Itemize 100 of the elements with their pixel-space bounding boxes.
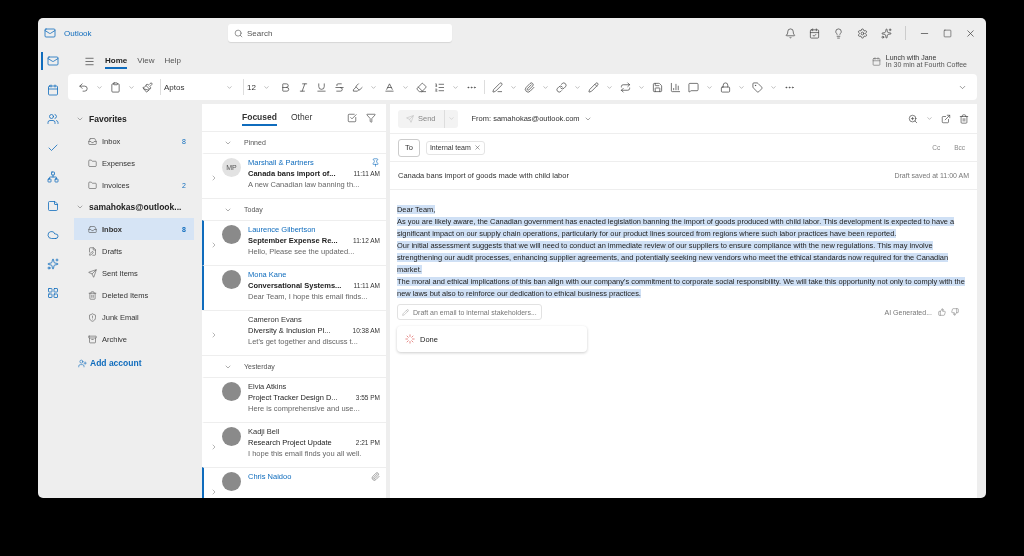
bold-icon[interactable] bbox=[280, 81, 291, 93]
avatar-photo bbox=[222, 427, 241, 446]
font-dropdown[interactable]: Aptos bbox=[160, 79, 236, 95]
send-icon bbox=[406, 114, 414, 123]
caret-icon[interactable] bbox=[574, 83, 581, 91]
chevron-right-icon[interactable] bbox=[210, 241, 218, 249]
maximize-icon[interactable] bbox=[943, 28, 952, 38]
caret-icon[interactable] bbox=[638, 83, 645, 91]
clipboard-icon[interactable] bbox=[110, 81, 121, 93]
add-account-link[interactable]: Add account bbox=[74, 358, 194, 368]
filter-icon[interactable] bbox=[366, 112, 376, 123]
loop-icon[interactable] bbox=[620, 81, 631, 93]
menu-icon[interactable] bbox=[84, 55, 95, 67]
chat-icon[interactable] bbox=[688, 81, 699, 93]
undo-icon[interactable] bbox=[78, 81, 89, 93]
spinner-icon bbox=[405, 334, 415, 344]
caret-icon[interactable] bbox=[452, 83, 459, 91]
pencil-icon[interactable] bbox=[588, 81, 599, 93]
caret-icon[interactable] bbox=[510, 83, 517, 91]
bell-icon[interactable] bbox=[785, 27, 796, 39]
calendar-icon bbox=[47, 84, 59, 96]
pencil-icon bbox=[88, 246, 97, 256]
caret-icon[interactable] bbox=[542, 83, 549, 91]
search-icon bbox=[234, 28, 243, 38]
caret-icon[interactable] bbox=[128, 83, 135, 91]
shield-icon bbox=[88, 312, 97, 322]
note-icon bbox=[47, 200, 59, 212]
paintbrush-icon[interactable] bbox=[142, 81, 153, 93]
caret-icon[interactable] bbox=[926, 115, 933, 122]
chevron-right-icon[interactable] bbox=[210, 443, 218, 451]
highlighter-icon[interactable] bbox=[352, 81, 363, 93]
inbox-icon bbox=[88, 224, 97, 234]
underline-icon[interactable] bbox=[316, 81, 327, 93]
zoom-icon[interactable] bbox=[908, 113, 918, 124]
caret-icon[interactable] bbox=[370, 83, 377, 91]
tag-icon[interactable] bbox=[752, 81, 763, 93]
ribbon-tab[interactable]: Home bbox=[105, 53, 128, 69]
strikethrough-icon[interactable] bbox=[334, 81, 345, 93]
sparkle-icon bbox=[47, 258, 59, 270]
search-placeholder: Search bbox=[247, 28, 273, 38]
folder-icon bbox=[88, 158, 97, 168]
paperclip-icon bbox=[371, 472, 380, 481]
add-person-icon bbox=[78, 358, 87, 368]
ribbon-tab[interactable]: View bbox=[137, 53, 155, 69]
org-chart-icon bbox=[47, 171, 59, 183]
thumbs-up-icon[interactable] bbox=[938, 308, 946, 316]
thumbs-down-icon[interactable] bbox=[951, 308, 959, 316]
caret-icon[interactable] bbox=[402, 83, 409, 91]
calendar-icon[interactable] bbox=[809, 27, 820, 39]
caret-icon[interactable] bbox=[96, 83, 103, 91]
pen-icon[interactable] bbox=[492, 81, 503, 93]
link-icon[interactable] bbox=[556, 81, 567, 93]
trash-icon bbox=[88, 290, 97, 300]
save-icon[interactable] bbox=[652, 81, 663, 93]
eraser-icon[interactable] bbox=[416, 81, 427, 93]
app-name: Outlook bbox=[64, 28, 93, 38]
chevron-right-icon[interactable] bbox=[210, 488, 218, 496]
folder-section-header[interactable]: samahokas@outlook... bbox=[74, 196, 194, 218]
send-icon bbox=[88, 268, 97, 278]
caret-icon bbox=[263, 83, 270, 91]
paperclip-icon[interactable] bbox=[524, 81, 535, 93]
chevron-right-icon[interactable] bbox=[210, 174, 218, 182]
font-size-dropdown[interactable]: 12 bbox=[243, 79, 273, 95]
trash-icon[interactable] bbox=[959, 113, 969, 124]
avatar-photo bbox=[222, 472, 241, 491]
font-color-icon[interactable] bbox=[384, 81, 395, 93]
caret-icon[interactable] bbox=[738, 83, 745, 91]
ribbon-tab[interactable]: Help bbox=[164, 53, 181, 69]
avatar-photo bbox=[222, 270, 241, 289]
calendar-icon bbox=[871, 56, 881, 66]
search-field[interactable]: Search bbox=[228, 24, 452, 42]
checkmark-icon bbox=[47, 142, 59, 154]
chevron-right-icon[interactable] bbox=[210, 331, 218, 339]
folder-section-header[interactable]: Favorites bbox=[74, 108, 194, 130]
mail-icon bbox=[47, 55, 59, 67]
pin-icon bbox=[371, 158, 380, 167]
pop-out-icon[interactable] bbox=[941, 113, 951, 124]
mail-app-icon bbox=[44, 27, 56, 39]
chevron-down-icon bbox=[76, 203, 84, 211]
cloud-icon bbox=[47, 229, 59, 241]
inbox-tab[interactable]: Other bbox=[290, 109, 313, 126]
caret-icon[interactable] bbox=[606, 83, 613, 91]
inbox-tab[interactable]: Focused bbox=[242, 109, 277, 126]
lightbulb-icon[interactable] bbox=[833, 27, 844, 39]
sparkle-icon[interactable] bbox=[881, 27, 892, 39]
close-icon[interactable] bbox=[965, 27, 976, 39]
caret-icon[interactable] bbox=[770, 83, 777, 91]
lock-icon[interactable] bbox=[720, 81, 731, 93]
caret-icon[interactable] bbox=[706, 83, 713, 91]
select-icon[interactable] bbox=[347, 112, 357, 123]
people-icon bbox=[47, 113, 59, 125]
remove-icon[interactable] bbox=[473, 144, 481, 151]
apps-grid-icon bbox=[47, 287, 59, 299]
pencil-icon bbox=[402, 308, 409, 316]
settings-icon[interactable] bbox=[857, 27, 868, 39]
archive-icon bbox=[88, 334, 97, 344]
list-icon[interactable] bbox=[434, 81, 445, 93]
chart-icon[interactable] bbox=[670, 81, 681, 93]
chevron-down-icon bbox=[76, 115, 84, 123]
italic-icon[interactable] bbox=[298, 81, 309, 93]
